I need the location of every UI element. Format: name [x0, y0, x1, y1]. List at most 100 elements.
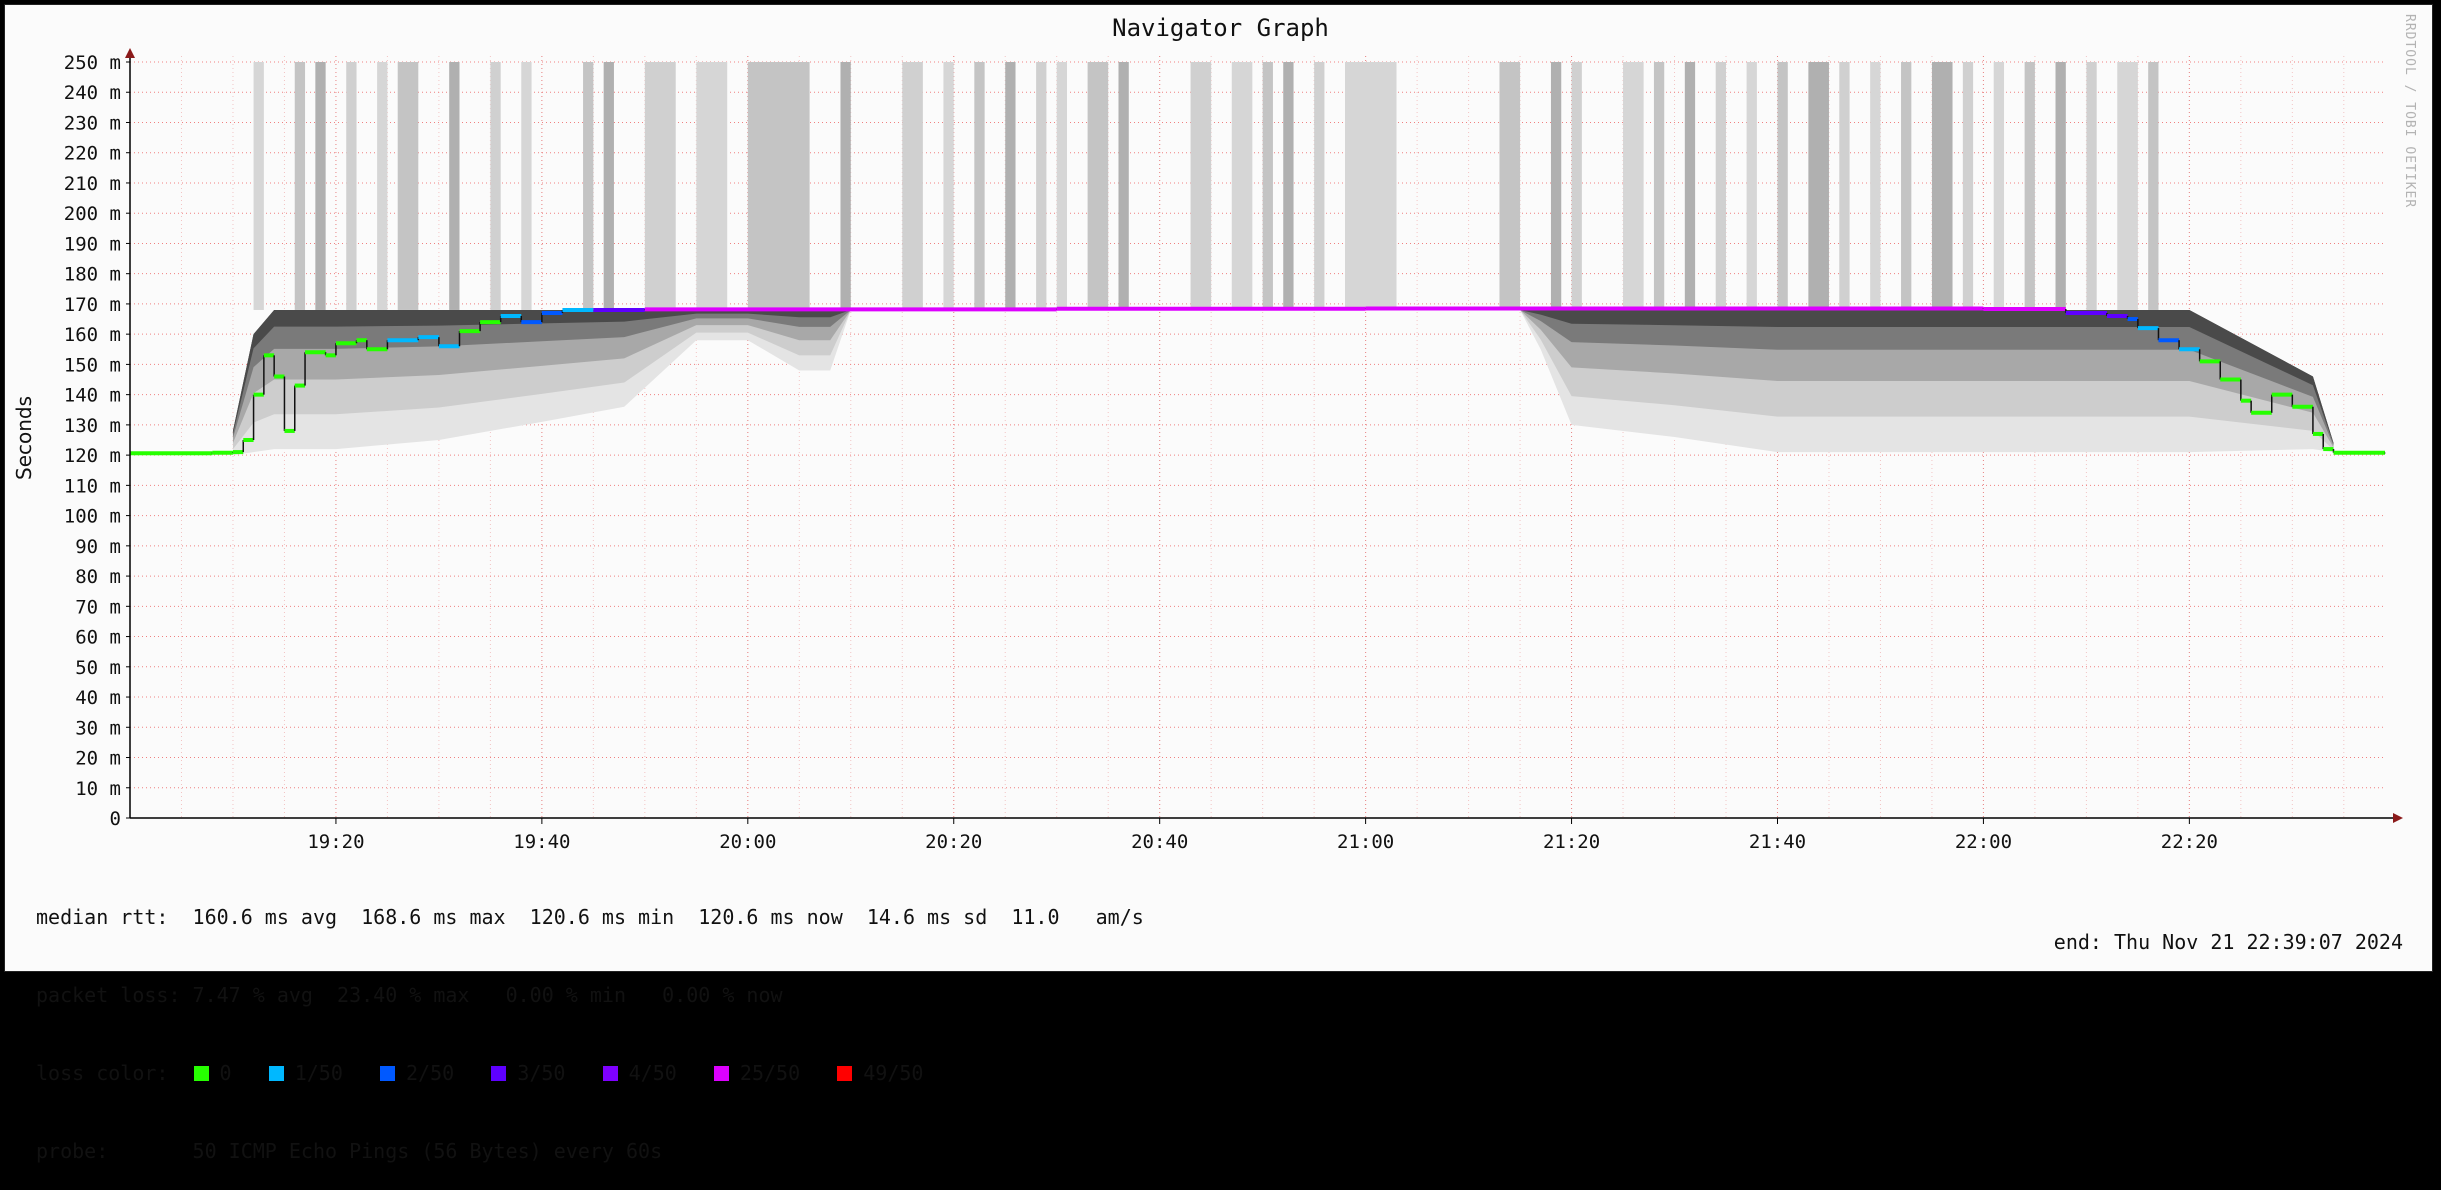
end-time: end: Thu Nov 21 22:39:07 2024 [2053, 930, 2403, 954]
loss-bar [521, 62, 532, 310]
y-tick-label: 250 m [64, 52, 121, 74]
x-tick-label: 22:00 [1955, 831, 2012, 853]
loss-bar [1283, 62, 1294, 310]
loss-bar [1653, 62, 1665, 310]
legend-label: 2/50 [406, 1061, 491, 1085]
y-ticks: 0 10 m 20 m 30 m 40 m 50 m 60 m 70 m 80 m 90 m 100… [64, 52, 130, 830]
loss-bar [603, 62, 614, 310]
loss-bar [902, 62, 923, 310]
y-tick-label: 130 m [64, 415, 121, 437]
legend-item: 4/50 [601, 1061, 713, 1085]
loss-bar [1345, 62, 1397, 310]
y-tick-label: 40 m [75, 687, 121, 709]
y-tick-label: 180 m [64, 264, 121, 286]
legend-swatch [267, 1065, 285, 1082]
loss-bar [397, 62, 419, 310]
y-tick-label: 120 m [64, 445, 121, 467]
smoke-area [232, 309, 2334, 456]
loss-bar [974, 62, 985, 310]
y-tick-label: 20 m [75, 748, 121, 770]
loss-bar [1715, 62, 1727, 310]
legend-item: 1/50 [267, 1061, 379, 1085]
loss-bar [1808, 62, 1829, 310]
legend-swatch [379, 1065, 397, 1082]
legend-label: 3/50 [517, 1061, 602, 1085]
loss-bar [294, 62, 306, 310]
loss-bar [696, 62, 728, 310]
x-tick-label: 21:40 [1749, 831, 1806, 853]
loss-bar [1499, 62, 1521, 310]
y-tick-label: 30 m [75, 717, 121, 739]
y-tick-label: 140 m [64, 385, 121, 407]
loss-bars [253, 62, 2159, 310]
loss-bar [1550, 62, 1562, 310]
probe-info: probe: 50 ICMP Echo Pings (56 Bytes) eve… [36, 1139, 663, 1163]
loss-bar [1962, 62, 1974, 310]
loss-bar [1623, 62, 1644, 310]
loss-bar [1314, 62, 1325, 310]
median-rtt-stats: median rtt: 160.6 ms avg 168.6 ms max 12… [36, 905, 1144, 929]
loss-bar [346, 62, 357, 310]
loss-bar [1993, 62, 2005, 310]
legend-item: 49/50 [836, 1061, 959, 1085]
y-tick-label: 10 m [75, 778, 121, 800]
loss-bar [1571, 62, 1582, 310]
legend-swatch [836, 1065, 854, 1082]
loss-bar [1746, 62, 1757, 310]
x-tick-label: 19:40 [513, 831, 570, 853]
loss-bar [1087, 62, 1109, 310]
y-tick-label: 190 m [64, 233, 121, 255]
y-tick-label: 230 m [64, 112, 121, 134]
x-axis-arrow [2393, 813, 2403, 823]
x-tick-label: 21:00 [1337, 831, 1394, 853]
x-tick-label: 19:20 [307, 831, 364, 853]
y-tick-label: 110 m [64, 475, 121, 497]
y-tick-label: 160 m [64, 324, 121, 346]
y-tick-label: 240 m [64, 82, 121, 104]
loss-bar [1931, 62, 1953, 310]
loss-bar [490, 62, 501, 310]
loss-bar [1036, 62, 1047, 310]
loss-bar [943, 62, 954, 310]
x-ticks: 19:20 19:40 20:00 20:20 20:40 21:00 21:20 21:40… [307, 818, 2218, 853]
x-tick-label: 20:00 [719, 831, 776, 853]
x-tick-label: 22:20 [2161, 831, 2218, 853]
y-tick-label: 150 m [64, 354, 121, 376]
y-tick-label: 70 m [75, 596, 121, 618]
x-tick-label: 21:20 [1543, 831, 1600, 853]
legend-swatch [192, 1065, 210, 1082]
loss-bar [1684, 62, 1696, 310]
loss-bar [1262, 62, 1273, 310]
packet-loss-stats: packet loss: 7.47 % avg 23.40 % max 0.00… [36, 983, 783, 1007]
legend-swatch [490, 1065, 508, 1082]
loss-bar [840, 62, 851, 310]
x-tick-label: 20:20 [925, 831, 982, 853]
legend-swatch [601, 1065, 619, 1082]
loss-bar [747, 62, 810, 310]
loss-bar [1118, 62, 1129, 310]
legend-label: 25/50 [739, 1061, 837, 1085]
x-tick-label: 20:40 [1131, 831, 1188, 853]
loss-bar [1005, 62, 1016, 310]
loss-bar [449, 62, 460, 310]
y-tick-label: 200 m [64, 203, 121, 225]
legend-item: 2/50 [379, 1061, 490, 1085]
loss-color-label: loss color: [36, 1061, 169, 1085]
y-tick-label: 80 m [75, 566, 121, 588]
y-tick-label: 100 m [64, 506, 121, 528]
loss-bar [377, 62, 388, 310]
loss-bar [1190, 62, 1212, 310]
loss-bar [1056, 62, 1068, 310]
stats-legend: median rtt: 160.6 ms avg 168.6 ms max 12… [36, 852, 1144, 1190]
loss-bar [644, 62, 676, 310]
loss-bar [1231, 62, 1253, 310]
loss-bar [315, 62, 326, 310]
legend-label: 0 [219, 1061, 268, 1085]
y-tick-label: 220 m [64, 143, 121, 165]
legend-label: 49/50 [863, 1061, 960, 1085]
loss-bar [583, 62, 594, 310]
legend-item: 3/50 [490, 1061, 601, 1085]
loss-bar [253, 62, 264, 310]
y-tick-label: 50 m [75, 657, 121, 679]
loss-bar [2117, 62, 2138, 310]
